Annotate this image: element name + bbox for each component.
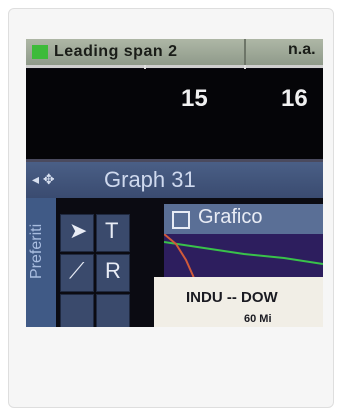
axis-label-15: 15 (181, 85, 208, 112)
r-tool-label: R (105, 258, 121, 283)
graph-tab[interactable]: Grafico (164, 204, 323, 234)
graph-title-bar: ◂ ✥ Graph 31 (26, 162, 323, 198)
cursor-icon: ➤ (69, 218, 88, 243)
green-line (163, 241, 323, 265)
line-icon: ⟋ (69, 258, 85, 283)
r-tool-button[interactable]: R (96, 254, 130, 292)
header-title: Leading span 2 (54, 43, 178, 60)
header-value: n.a. (288, 41, 316, 58)
text-tool-button[interactable]: T (96, 214, 130, 252)
axis-area (26, 69, 323, 169)
axis-rule (26, 65, 323, 68)
tooltip: INDU -- DOW 60 Mi (154, 277, 323, 327)
green-square-icon (32, 45, 48, 59)
text-icon: T (105, 218, 119, 243)
tooltip-line2: 60 Mi (244, 313, 272, 325)
photo: Leading span 2 n.a. 15 16 ◂ ✥ Graph 31 P… (26, 39, 323, 327)
header-divider (244, 39, 246, 65)
cursor-tool-button[interactable]: ➤ (60, 214, 94, 252)
tool-button[interactable] (96, 294, 130, 327)
chart-icon (172, 211, 190, 229)
tooltip-line1: INDU -- DOW (186, 289, 278, 306)
header-bar: Leading span 2 n.a. (26, 39, 323, 65)
tool-button[interactable] (60, 294, 94, 327)
move-icon[interactable]: ◂ ✥ (32, 171, 55, 188)
graph-title: Graph 31 (104, 167, 196, 192)
line-tool-button[interactable]: ⟋ (60, 254, 94, 292)
red-line (163, 233, 195, 279)
graph-tab-label: Grafico (198, 206, 263, 228)
side-label: Preferiti (28, 224, 46, 279)
axis-label-16: 16 (281, 85, 308, 112)
